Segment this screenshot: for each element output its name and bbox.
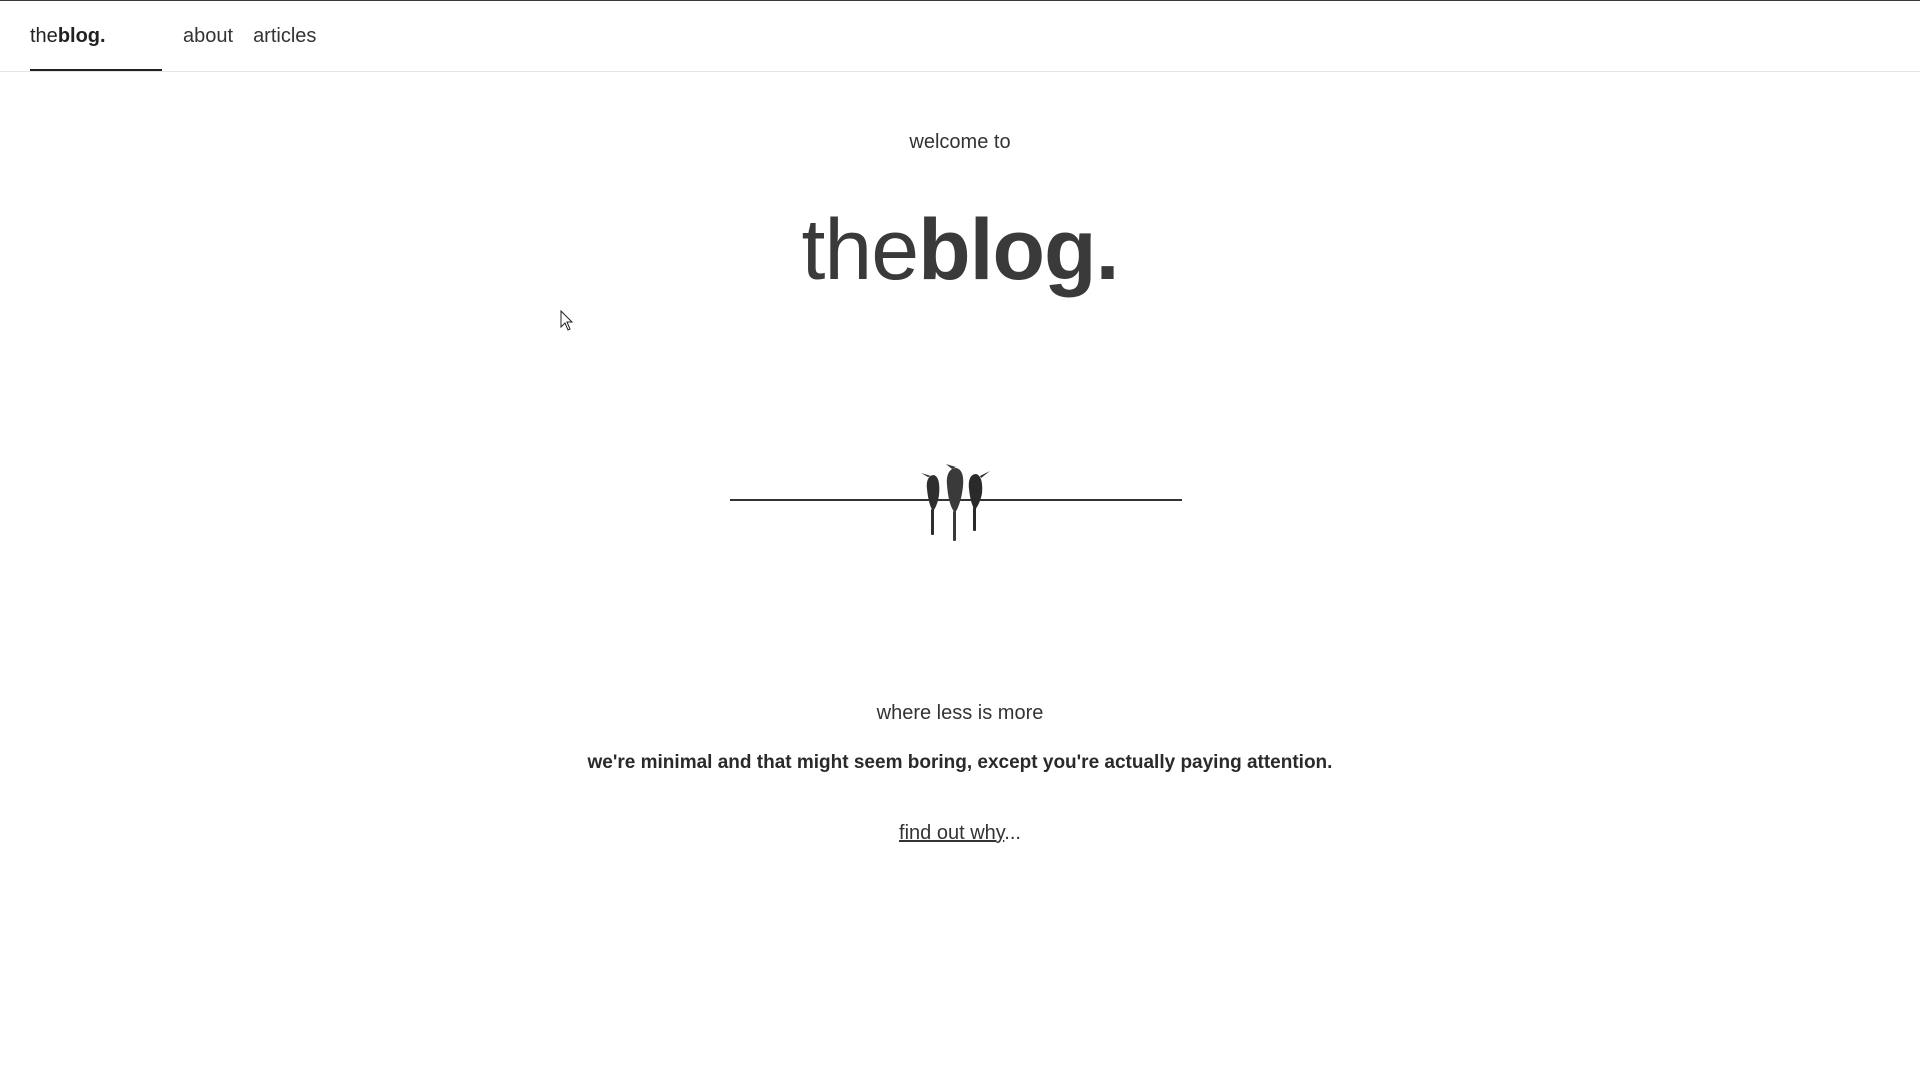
brand-bold-text: blog. xyxy=(57,25,106,47)
cta-container: find out why... xyxy=(0,822,1920,845)
top-navbar: theblog. about articles xyxy=(0,1,1920,72)
hero-title: theblog. xyxy=(0,198,1920,302)
hero-title-light: the xyxy=(801,202,920,298)
brand-light-text: the xyxy=(30,25,58,47)
hero-title-bold: blog. xyxy=(918,202,1119,298)
nav-links: about articles xyxy=(183,1,316,71)
nav-link-articles[interactable]: articles xyxy=(253,1,316,71)
birds-on-wire-icon xyxy=(730,464,1182,541)
find-out-why-link[interactable]: find out why xyxy=(899,822,1004,844)
statement-text: we're minimal and that might seem boring… xyxy=(587,752,1333,773)
brand-logo-link[interactable]: theblog. xyxy=(30,1,162,71)
tagline-text: where less is more xyxy=(876,702,1044,724)
mouse-cursor-icon xyxy=(560,310,574,331)
cta-ellipsis: ... xyxy=(1004,822,1021,844)
welcome-text: welcome to xyxy=(909,131,1011,153)
nav-link-about[interactable]: about xyxy=(183,1,233,71)
